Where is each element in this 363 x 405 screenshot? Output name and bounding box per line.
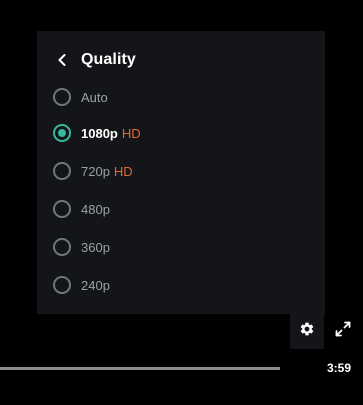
quality-option-480p[interactable]: 480p — [53, 197, 110, 221]
gear-icon — [299, 321, 315, 342]
settings-button[interactable] — [290, 314, 324, 349]
option-label: 720p — [81, 163, 110, 179]
progress-fill — [0, 367, 280, 370]
option-label: 360p — [81, 239, 110, 255]
chevron-left-icon — [57, 53, 67, 67]
radio-button — [53, 238, 71, 256]
quality-option-240p[interactable]: 240p — [53, 273, 110, 297]
fullscreen-button[interactable] — [334, 321, 352, 342]
quality-option-auto[interactable]: Auto — [53, 85, 108, 109]
radio-dot — [58, 129, 66, 137]
menu-title: Quality — [81, 51, 136, 68]
quality-option-1080p[interactable]: 1080p HD — [53, 121, 141, 145]
menu-back-button[interactable]: Quality — [57, 49, 136, 71]
radio-button-checked — [53, 124, 71, 142]
radio-button — [53, 88, 71, 106]
fullscreen-icon — [335, 321, 351, 342]
radio-button — [53, 200, 71, 218]
option-label: 1080p — [81, 125, 118, 141]
option-label: Auto — [81, 89, 108, 105]
hd-badge: HD — [121, 125, 141, 141]
video-player: Quality Auto 1080p HD 720p HD 480p 360p — [0, 0, 363, 405]
progress-bar[interactable] — [0, 367, 280, 370]
quality-menu: Quality Auto 1080p HD 720p HD 480p 360p — [37, 31, 325, 314]
quality-option-360p[interactable]: 360p — [53, 235, 110, 259]
option-label: 480p — [81, 201, 110, 217]
hd-badge: HD — [113, 163, 133, 179]
time-display: 3:59 — [327, 361, 352, 375]
radio-button — [53, 162, 71, 180]
option-label: 240p — [81, 277, 110, 293]
quality-option-720p[interactable]: 720p HD — [53, 159, 133, 183]
radio-button — [53, 276, 71, 294]
